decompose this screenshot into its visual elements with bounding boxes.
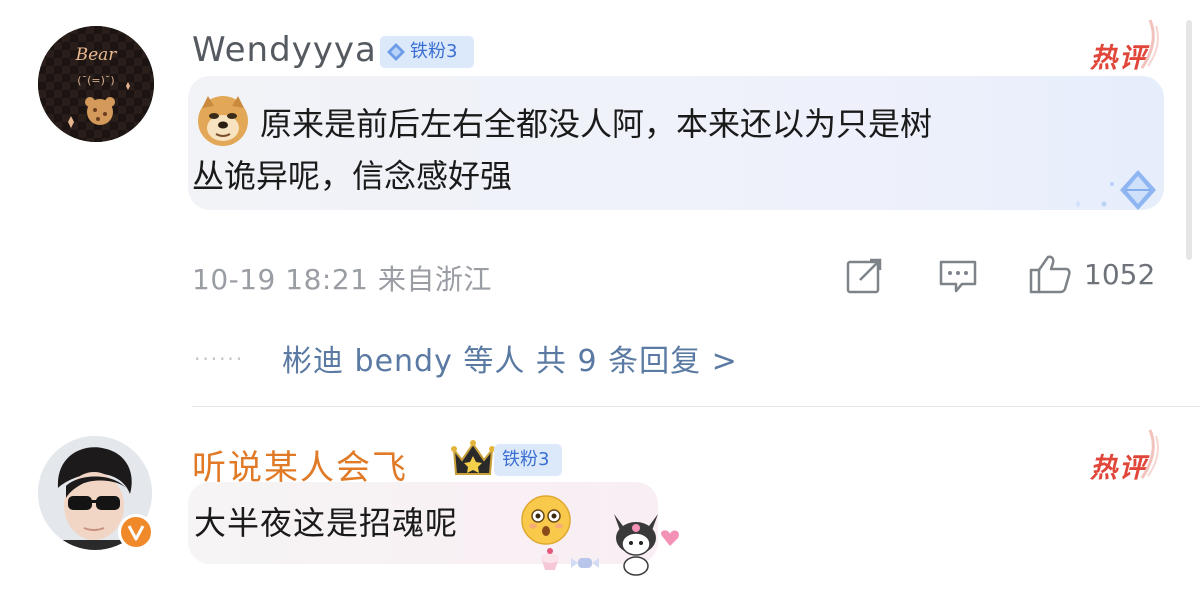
doge-emoji-icon [198,96,248,146]
comment-icon[interactable] [938,258,978,294]
fan-badge[interactable]: 铁粉3 [380,36,474,68]
fan-badge-label: 铁粉3 [410,41,458,62]
avatar[interactable]: Bear (¯(=)¯) [38,26,154,142]
svg-text:(¯(=)¯): (¯(=)¯) [77,74,114,87]
comment-divider [192,406,1200,407]
username[interactable]: Wendyyya [192,30,377,70]
crown-icon [451,440,495,475]
fan-badge[interactable]: 铁粉3 [494,444,562,476]
like-icon[interactable] [1028,254,1072,294]
view-replies-link[interactable]: 彬迪 bendy 等人 共 9 条回复 > [282,336,738,380]
hot-wing-icon [1140,429,1159,479]
kuromi-sticker-icon [614,514,679,576]
comment-text: 原来是前后左右全都没人阿，本来还以为只是树 [260,105,933,143]
avatar-text: Bear [75,45,118,65]
verified-badge-icon [118,514,154,550]
diamond-decoration-icon [1076,170,1156,210]
hot-wing-icon [1140,19,1159,69]
fan-badge-label: 铁粉3 [502,449,550,470]
share-icon[interactable] [846,258,884,294]
comment-text: 大半夜这是招魂呢 [194,504,459,542]
like-count: 1052 [1084,258,1156,291]
diamond-icon [387,43,405,61]
candy-decoration-icon [541,548,599,570]
comment-text-line2: 丛诡异呢，信念感好强 [192,157,513,195]
avatar-image: Bear (¯(=)¯) [38,26,154,142]
reply-dots: ······ [194,347,245,371]
comment-meta: 10-19 18:21 来自浙江 [192,263,492,296]
scrollbar[interactable] [1186,20,1192,260]
